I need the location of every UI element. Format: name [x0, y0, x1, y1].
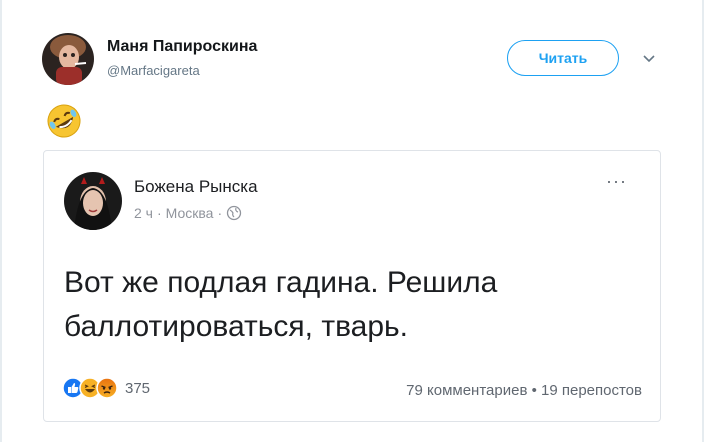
angry-reaction-icon — [96, 377, 118, 399]
quoted-post-author[interactable]: Божена Рынска — [134, 177, 258, 197]
more-options-icon[interactable]: ··· — [606, 171, 627, 192]
quoted-post-card[interactable]: Божена Рынска 2 ч · Москва · ··· Вот же … — [43, 150, 661, 422]
quoted-post-location: Москва — [165, 205, 214, 221]
frame-left-border — [0, 0, 2, 442]
globe-icon — [226, 205, 242, 221]
reaction-count: 375 — [125, 379, 151, 397]
tweet-author-name[interactable]: Маня Папироскина — [107, 38, 257, 56]
tweet-author-handle[interactable]: @Marfacigareta — [107, 63, 200, 78]
meta-separator: · — [217, 205, 223, 221]
follow-button[interactable]: Читать — [507, 40, 619, 76]
comments-count-link[interactable]: 79 комментариев — [406, 382, 527, 399]
rolling-laughing-emoji-icon — [47, 104, 81, 138]
quoted-post-meta: 2 ч · Москва · — [134, 205, 242, 221]
stats-separator: • — [531, 382, 542, 399]
avatar[interactable] — [42, 33, 94, 85]
post-stats: 79 комментариев • 19 перепостов — [406, 382, 642, 399]
quoted-post-text: Вот же подлая гадина. Решила баллотирова… — [64, 266, 498, 343]
reactions-summary[interactable]: 375 — [62, 377, 150, 399]
meta-separator: · — [156, 205, 162, 221]
quoted-post-avatar[interactable] — [64, 172, 122, 230]
chevron-down-icon[interactable] — [642, 54, 656, 64]
quoted-post-time[interactable]: 2 ч — [134, 205, 153, 221]
shares-count-link[interactable]: 19 перепостов — [541, 382, 642, 399]
